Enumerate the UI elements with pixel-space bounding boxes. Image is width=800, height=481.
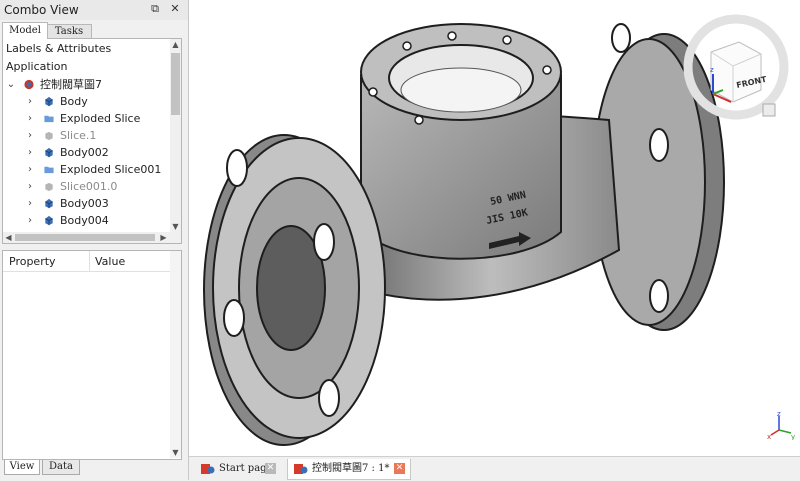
scroll-right-icon[interactable]: ▶ <box>158 232 169 243</box>
body-icon <box>45 147 53 158</box>
tab-tasks[interactable]: Tasks <box>46 24 92 39</box>
tree-item-label: Exploded Slice <box>60 112 141 125</box>
chevron-right-icon[interactable]: › <box>25 144 35 161</box>
tree-item-slice001[interactable]: › Slice001.0 <box>3 178 171 195</box>
folder-icon <box>44 115 54 123</box>
tree-horizontal-scrollbar[interactable]: ◀ ▶ <box>3 232 181 243</box>
chevron-right-icon[interactable]: › <box>25 127 35 144</box>
axis-z-label: z <box>777 410 781 418</box>
tab-view[interactable]: View <box>4 460 40 475</box>
axis-cross: z x y <box>767 410 795 440</box>
tree-item-exploded-slice[interactable]: › Exploded Slice <box>3 110 171 127</box>
freecad-icon <box>201 464 215 474</box>
scroll-left-icon[interactable]: ◀ <box>3 232 14 243</box>
tree-item-slice1[interactable]: › Slice.1 <box>3 127 171 144</box>
scroll-down-icon[interactable]: ▼ <box>170 221 181 232</box>
tree-item-label: Body <box>60 95 88 108</box>
tab-data[interactable]: Data <box>42 460 80 475</box>
navigation-cube[interactable]: FRONT z <box>681 12 791 122</box>
folder-icon <box>44 166 54 174</box>
tab-model[interactable]: Model <box>2 22 48 39</box>
axis-y-label: y <box>791 433 795 440</box>
column-divider[interactable] <box>89 251 90 271</box>
tree-item-label: Exploded Slice001 <box>60 163 162 176</box>
tree-header-application: Application <box>6 60 68 73</box>
tree-item-label: Body004 <box>60 214 109 227</box>
close-tab-icon[interactable]: ✕ <box>265 463 276 474</box>
close-tab-icon[interactable]: ✕ <box>394 463 405 474</box>
axis-x-label: x <box>767 433 771 440</box>
property-column-header: Property <box>9 255 56 268</box>
tree-item-body004[interactable]: › Body004 <box>3 212 171 229</box>
scroll-up-icon[interactable]: ▲ <box>170 39 181 50</box>
chevron-right-icon[interactable]: › <box>25 93 35 110</box>
chevron-right-icon[interactable]: › <box>25 110 35 127</box>
3d-viewport[interactable]: 50 WNN JIS 10K FRONT z z x y <box>189 0 800 456</box>
body-icon <box>45 198 53 209</box>
scroll-thumb[interactable] <box>15 234 155 241</box>
tree-header-labels: Labels & Attributes <box>6 42 112 55</box>
document-tabs: Start page ✕ 控制閥草圖7 : 1* ✕ <box>189 456 800 481</box>
chevron-down-icon[interactable]: ⌄ <box>6 76 16 93</box>
chevron-right-icon[interactable]: › <box>25 212 35 229</box>
chevron-right-icon[interactable]: › <box>25 161 35 178</box>
property-scrollbar[interactable]: ▼ <box>170 251 181 458</box>
combo-view-panel: Combo View ⧉ ✕ Model Tasks Labels & Attr… <box>0 0 189 480</box>
tree-item-exploded-slice001[interactable]: › Exploded Slice001 <box>3 161 171 178</box>
slice-cube-icon <box>45 131 53 141</box>
tab-label: 控制閥草圖7 : 1* <box>312 463 390 474</box>
scroll-down-icon[interactable]: ▼ <box>170 447 181 458</box>
tree-item-body003[interactable]: › Body003 <box>3 195 171 212</box>
tab-start-page[interactable]: Start page ✕ <box>195 459 279 479</box>
chevron-right-icon[interactable]: › <box>25 195 35 212</box>
float-icon[interactable]: ⧉ <box>148 2 162 16</box>
axis-z-label: z <box>710 66 714 74</box>
panel-titlebar: Combo View ⧉ ✕ <box>0 0 188 20</box>
property-editor[interactable]: Property Value ▼ <box>2 250 182 460</box>
value-column-header: Value <box>95 255 126 268</box>
chevron-right-icon[interactable]: › <box>25 178 35 195</box>
body-icon <box>45 215 53 226</box>
tree-root-label: 控制閥草圖7 <box>40 78 102 91</box>
panel-title: Combo View <box>4 3 79 17</box>
model-tree[interactable]: Labels & Attributes Application ⌄ 控制閥草圖7… <box>2 38 182 244</box>
tree-item-label: Body002 <box>60 146 109 159</box>
property-tabs: View Data <box>0 460 188 480</box>
tree-vertical-scrollbar[interactable]: ▲ ▼ <box>170 39 181 232</box>
tree-item-label: Body003 <box>60 197 109 210</box>
scroll-thumb[interactable] <box>171 53 180 115</box>
freecad-icon <box>294 464 308 474</box>
tab-document[interactable]: 控制閥草圖7 : 1* ✕ <box>287 459 411 480</box>
property-header: Property Value <box>3 251 181 272</box>
view-menu-icon[interactable] <box>762 103 776 117</box>
panel-tabs: Model Tasks <box>0 20 188 39</box>
tree-item-label: Slice001.0 <box>60 180 118 193</box>
body-icon <box>45 96 53 107</box>
tree-item-body002[interactable]: › Body002 <box>3 144 171 161</box>
slice-cube-icon <box>45 182 53 192</box>
tree-root[interactable]: ⌄ 控制閥草圖7 <box>3 76 171 93</box>
tree-item-label: Slice.1 <box>60 129 97 142</box>
tree-item-body[interactable]: › Body <box>3 93 171 110</box>
document-icon <box>24 79 34 90</box>
close-icon[interactable]: ✕ <box>168 2 182 16</box>
